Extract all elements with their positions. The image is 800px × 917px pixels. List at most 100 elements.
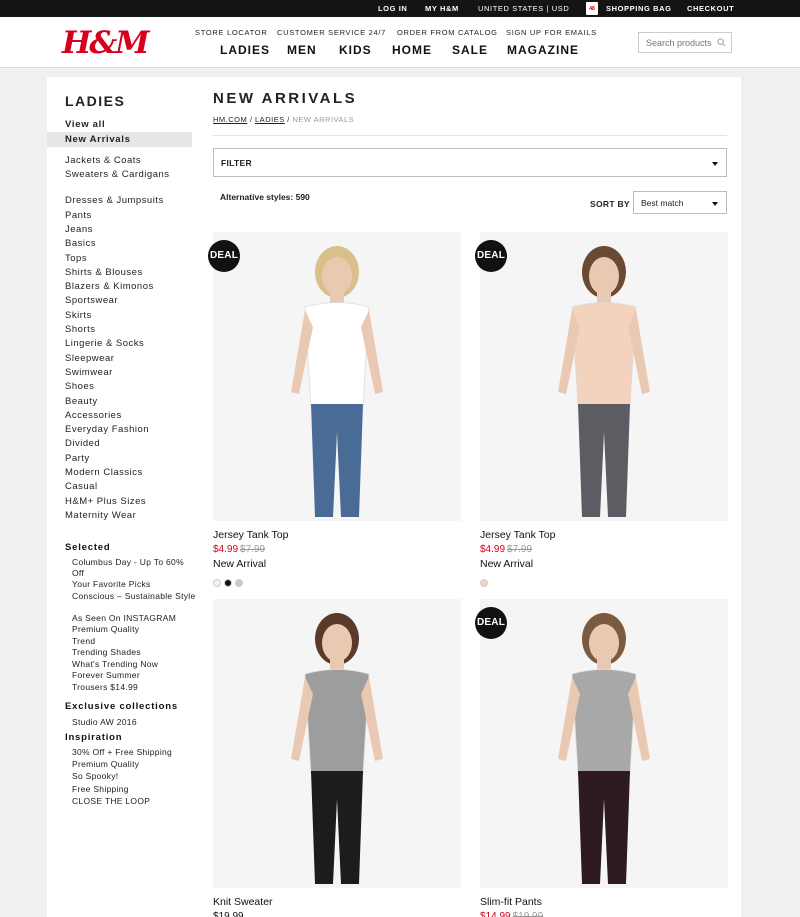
sidebar-item-new-arrivals[interactable]: New Arrivals: [65, 134, 131, 145]
sort-by-label: SORT BY: [590, 199, 630, 209]
breadcrumb-separator: /: [247, 115, 256, 124]
nav-ladies[interactable]: LADIES: [220, 43, 270, 57]
sidebar-category-item[interactable]: Dresses & Jumpsuits: [65, 195, 185, 207]
product-name[interactable]: Slim-fit Pants: [480, 896, 542, 908]
color-swatch[interactable]: [480, 579, 488, 587]
selected-link[interactable]: Columbus Day - Up To 60% Off: [72, 557, 197, 578]
nav-sale[interactable]: SALE: [452, 43, 488, 57]
selected-link[interactable]: Your Favorite Picks: [72, 579, 197, 590]
sidebar-category-item[interactable]: Beauty: [65, 396, 185, 408]
sidebar-category-item[interactable]: Everyday Fashion: [65, 424, 185, 436]
deal-badge: DEAL: [475, 240, 507, 272]
sidebar-category-item[interactable]: Pants: [65, 210, 185, 222]
color-swatch[interactable]: [224, 579, 232, 587]
sidebar-category-item[interactable]: Jeans: [65, 224, 185, 236]
product-image[interactable]: [480, 599, 728, 888]
product-image[interactable]: [480, 232, 728, 521]
inspiration-link[interactable]: Premium Quality: [72, 759, 197, 770]
store-locator-link[interactable]: STORE LOCATOR: [195, 28, 267, 37]
sidebar-category-item[interactable]: Sweaters & Cardigans: [65, 169, 185, 181]
product-image[interactable]: [213, 232, 461, 521]
sort-select[interactable]: Best match: [633, 191, 727, 214]
inspiration-link[interactable]: 30% Off + Free Shipping: [72, 747, 197, 758]
shopping-bag-icon[interactable]: 48: [586, 2, 598, 15]
sidebar-category-item[interactable]: H&M+ Plus Sizes: [65, 496, 185, 508]
inspiration-link[interactable]: CLOSE THE LOOP: [72, 796, 197, 807]
sidebar-title: LADIES: [65, 93, 126, 109]
search-box: [638, 32, 732, 53]
content-panel: LADIES View all New Arrivals Jackets & C…: [47, 77, 741, 917]
nav-men[interactable]: MEN: [287, 43, 317, 57]
breadcrumb-home[interactable]: HM.COM: [213, 115, 247, 124]
product-name[interactable]: Knit Sweater: [213, 896, 273, 908]
order-catalog-link[interactable]: ORDER FROM CATALOG: [397, 28, 498, 37]
checkout-link[interactable]: CHECKOUT: [687, 4, 734, 13]
sidebar-view-all[interactable]: View all: [65, 119, 105, 130]
deal-badge: DEAL: [208, 240, 240, 272]
selected-section-title: Selected: [65, 542, 111, 553]
current-price: $4.99: [480, 544, 506, 555]
sidebar-category-item[interactable]: Party: [65, 453, 185, 465]
filter-dropdown[interactable]: FILTER: [213, 148, 727, 177]
product-name[interactable]: Jersey Tank Top: [213, 529, 289, 541]
page-title: NEW ARRIVALS: [213, 90, 358, 107]
sidebar-category-item[interactable]: Shirts & Blouses: [65, 267, 185, 279]
sidebar-category-item[interactable]: Skirts: [65, 310, 185, 322]
sidebar-category-item[interactable]: Shoes: [65, 381, 185, 393]
sidebar-category-item[interactable]: Lingerie & Socks: [65, 338, 185, 350]
email-signup-link[interactable]: SIGN UP FOR EMAILS: [506, 28, 597, 37]
sidebar-category-item[interactable]: Swimwear: [65, 367, 185, 379]
sidebar-category-item[interactable]: Basics: [65, 238, 185, 250]
nav-kids[interactable]: KIDS: [339, 43, 372, 57]
breadcrumb-ladies[interactable]: LADIES: [255, 115, 285, 124]
sidebar-category-item[interactable]: Jackets & Coats: [65, 155, 185, 167]
current-price: $4.99: [213, 544, 239, 555]
sidebar-category-item[interactable]: Sportswear: [65, 295, 185, 307]
inspiration-link[interactable]: So Spooky!: [72, 771, 197, 782]
current-price: $14.99: [480, 911, 511, 917]
nav-home[interactable]: HOME: [392, 43, 432, 57]
product-price: $4.99 $7.99: [480, 544, 532, 555]
sort-value: Best match: [641, 198, 684, 208]
site-header: H&M STORE LOCATOR CUSTOMER SERVICE 24/7 …: [0, 17, 800, 68]
color-swatch[interactable]: [213, 579, 221, 587]
nav-magazine[interactable]: MAGAZINE: [507, 43, 579, 57]
sidebar-category-item[interactable]: Shorts: [65, 324, 185, 336]
chevron-down-icon: [712, 202, 718, 206]
login-link[interactable]: LOG IN: [378, 4, 407, 13]
sidebar-category-item[interactable]: Maternity Wear: [65, 510, 185, 522]
selected-link[interactable]: Trousers $14.99: [72, 682, 197, 693]
product-price: $14.99 $19.99: [480, 911, 543, 917]
product-price: $4.99 $7.99: [213, 544, 265, 555]
product-price: $19.99: [213, 911, 244, 917]
sidebar-category-item[interactable]: Modern Classics: [65, 467, 185, 479]
chevron-down-icon: [712, 162, 718, 166]
search-icon[interactable]: [717, 38, 726, 47]
sidebar-category-item[interactable]: Accessories: [65, 410, 185, 422]
hm-logo[interactable]: H&M: [62, 25, 150, 61]
selected-link[interactable]: Trend: [72, 636, 197, 647]
sidebar-category-item[interactable]: Tops: [65, 253, 185, 265]
product-name[interactable]: Jersey Tank Top: [480, 529, 556, 541]
selected-link[interactable]: Conscious – Sustainable Style: [72, 591, 197, 602]
product-image[interactable]: [213, 599, 461, 888]
selected-link[interactable]: Premium Quality: [72, 624, 197, 635]
current-price: $19.99: [213, 911, 244, 917]
new-arrival-label: New Arrival: [480, 558, 534, 570]
exclusive-link[interactable]: Studio AW 2016: [72, 717, 197, 728]
sidebar-category-item[interactable]: Sleepwear: [65, 353, 185, 365]
sidebar-category-item[interactable]: Divided: [65, 438, 185, 450]
shopping-bag-link[interactable]: SHOPPING BAG: [606, 4, 672, 13]
search-input[interactable]: [639, 33, 715, 53]
sidebar-category-item[interactable]: Blazers & Kimonos: [65, 281, 185, 293]
selected-link[interactable]: What's Trending Now: [72, 659, 197, 670]
selected-link[interactable]: Forever Summer: [72, 670, 197, 681]
color-swatch[interactable]: [235, 579, 243, 587]
customer-service-link[interactable]: CUSTOMER SERVICE 24/7: [277, 28, 386, 37]
selected-link[interactable]: As Seen On INSTAGRAM: [72, 613, 197, 624]
my-hm-link[interactable]: MY H&M: [425, 4, 459, 13]
selected-link[interactable]: Trending Shades: [72, 647, 197, 658]
region-selector[interactable]: UNITED STATES | USD: [478, 4, 569, 13]
sidebar-category-item[interactable]: Casual: [65, 481, 185, 493]
inspiration-link[interactable]: Free Shipping: [72, 784, 197, 795]
